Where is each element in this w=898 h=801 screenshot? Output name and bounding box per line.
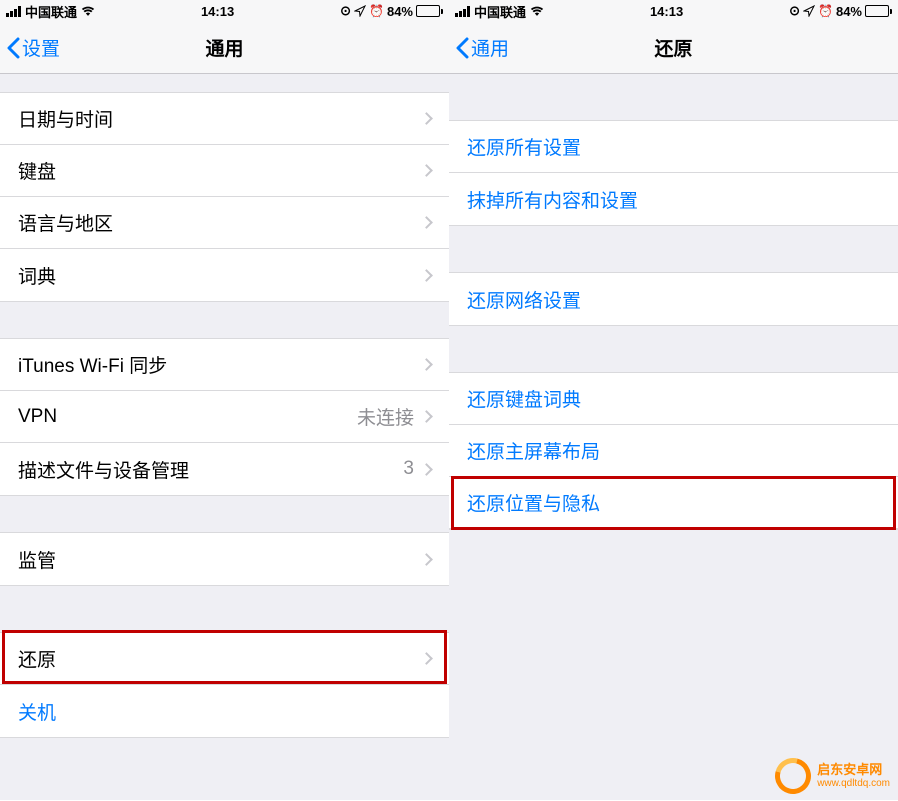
group-reset-all: 还原所有设置 抹掉所有内容和设置	[449, 120, 898, 226]
cell-reset-all-settings[interactable]: 还原所有设置	[449, 121, 898, 173]
back-button[interactable]: 设置	[0, 34, 60, 61]
cell-keyboard[interactable]: 键盘	[0, 145, 449, 197]
phone-right: 中国联通 14:13 ⊙ ⏰ 84% 通用 还原 还原所有设置 抹掉所有内容和设…	[449, 0, 898, 800]
cell-reset-location-privacy[interactable]: 还原位置与隐私	[449, 477, 898, 529]
chevron-right-icon	[420, 652, 433, 665]
signal-icon	[455, 6, 470, 17]
chevron-left-icon	[6, 37, 20, 59]
chevron-right-icon	[420, 410, 433, 423]
status-bar: 中国联通 14:13 ⊙ ⏰ 84%	[449, 0, 898, 22]
group-reset-network: 还原网络设置	[449, 272, 898, 326]
cell-label: 描述文件与设备管理	[18, 456, 403, 483]
battery-pct: 84%	[836, 4, 862, 19]
phone-left: 中国联通 14:13 ⊙ ⏰ 84% 设置 通用 日期与时间 键盘 语言与地区 …	[0, 0, 449, 800]
cell-label: 还原位置与隐私	[467, 489, 880, 516]
cell-reset-network[interactable]: 还原网络设置	[449, 273, 898, 325]
wifi-icon	[81, 6, 95, 17]
back-label: 设置	[22, 34, 60, 61]
status-bar: 中国联通 14:13 ⊙ ⏰ 84%	[0, 0, 449, 22]
battery-icon	[865, 5, 892, 17]
cell-detail: 3	[403, 458, 414, 480]
alarm-icon: ⏰	[369, 4, 384, 18]
watermark-title: 启东安卓网	[817, 763, 890, 777]
chevron-right-icon	[420, 358, 433, 371]
group-reset-other: 还原键盘词典 还原主屏幕布局 还原位置与隐私	[449, 372, 898, 530]
lock-rotation-icon: ⊙	[340, 3, 351, 19]
status-time: 14:13	[650, 4, 683, 19]
status-time: 14:13	[201, 4, 234, 19]
group-regulatory: 监管	[0, 532, 449, 586]
battery-icon	[416, 5, 443, 17]
cell-dictionary[interactable]: 词典	[0, 249, 449, 301]
signal-icon	[6, 6, 21, 17]
cell-label: 还原键盘词典	[467, 385, 880, 412]
cell-label: 还原所有设置	[467, 133, 880, 160]
battery-pct: 84%	[387, 4, 413, 19]
group-reset: 还原 关机	[0, 632, 449, 738]
cell-label: 键盘	[18, 157, 422, 184]
watermark-url: www.qdltdq.com	[817, 778, 890, 789]
cell-language-region[interactable]: 语言与地区	[0, 197, 449, 249]
cell-label: 还原主屏幕布局	[467, 437, 880, 464]
cell-detail: 未连接	[357, 403, 414, 430]
alarm-icon: ⏰	[818, 4, 833, 18]
cell-label: VPN	[18, 406, 357, 428]
cell-erase-all[interactable]: 抹掉所有内容和设置	[449, 173, 898, 225]
wifi-icon	[530, 6, 544, 17]
carrier-label: 中国联通	[474, 2, 526, 21]
lock-rotation-icon: ⊙	[789, 3, 800, 19]
chevron-right-icon	[420, 164, 433, 177]
cell-regulatory[interactable]: 监管	[0, 533, 449, 585]
chevron-right-icon	[420, 463, 433, 476]
logo-ring-icon	[769, 751, 818, 800]
group-sync: iTunes Wi-Fi 同步 VPN未连接 描述文件与设备管理3	[0, 338, 449, 496]
nav-bar: 通用 还原	[449, 22, 898, 74]
group-datetime: 日期与时间 键盘 语言与地区 词典	[0, 92, 449, 302]
cell-reset-home-layout[interactable]: 还原主屏幕布局	[449, 425, 898, 477]
page-title: 还原	[449, 34, 898, 61]
cell-label: iTunes Wi-Fi 同步	[18, 351, 422, 378]
location-icon	[803, 5, 815, 17]
page-title: 通用	[0, 34, 449, 61]
cell-label: 词典	[18, 262, 422, 289]
back-button[interactable]: 通用	[449, 34, 509, 61]
cell-shutdown[interactable]: 关机	[0, 685, 449, 737]
cell-label: 日期与时间	[18, 105, 422, 132]
cell-reset[interactable]: 还原	[0, 633, 449, 685]
cell-label: 语言与地区	[18, 209, 422, 236]
chevron-right-icon	[420, 216, 433, 229]
cell-label: 还原	[18, 645, 422, 672]
back-label: 通用	[471, 34, 509, 61]
cell-label: 关机	[18, 698, 431, 725]
chevron-right-icon	[420, 112, 433, 125]
chevron-right-icon	[420, 553, 433, 566]
cell-date-time[interactable]: 日期与时间	[0, 93, 449, 145]
cell-label: 还原网络设置	[467, 286, 880, 313]
chevron-right-icon	[420, 269, 433, 282]
cell-vpn[interactable]: VPN未连接	[0, 391, 449, 443]
cell-itunes-wifi-sync[interactable]: iTunes Wi-Fi 同步	[0, 339, 449, 391]
carrier-label: 中国联通	[25, 2, 77, 21]
watermark: 启东安卓网 www.qdltdq.com	[775, 758, 890, 794]
location-icon	[354, 5, 366, 17]
cell-label: 监管	[18, 546, 422, 573]
chevron-left-icon	[455, 37, 469, 59]
nav-bar: 设置 通用	[0, 22, 449, 74]
cell-profiles-device-mgmt[interactable]: 描述文件与设备管理3	[0, 443, 449, 495]
cell-label: 抹掉所有内容和设置	[467, 186, 880, 213]
cell-reset-keyboard-dict[interactable]: 还原键盘词典	[449, 373, 898, 425]
